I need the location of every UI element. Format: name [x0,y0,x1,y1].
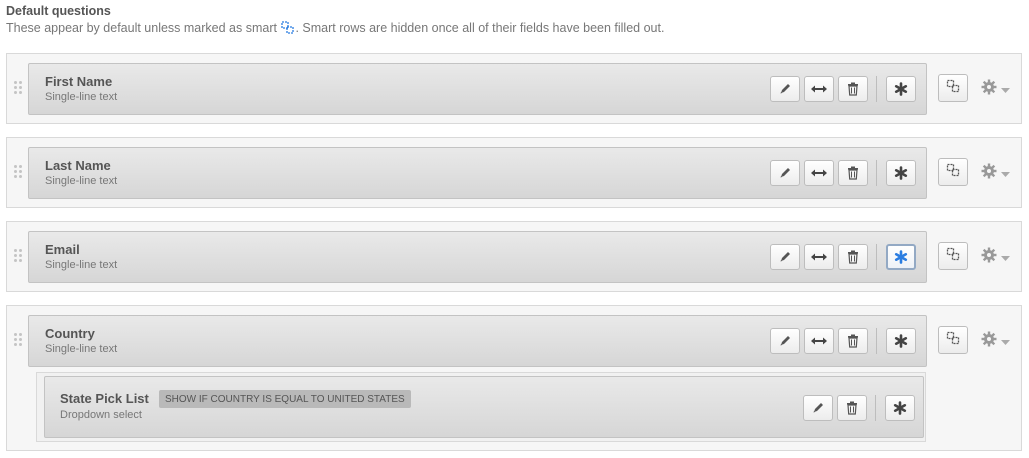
smart-link-icon [946,247,960,266]
gear-icon [981,163,997,184]
asterisk-icon [893,401,907,415]
delete-button[interactable] [838,76,868,102]
pencil-icon [778,166,792,180]
field-type: Single-line text [45,259,118,271]
drag-grip-icon[interactable] [14,165,22,183]
pencil-icon [778,82,792,96]
delete-button[interactable] [837,395,867,421]
settings-menu[interactable] [981,163,1015,184]
button-divider [876,76,877,102]
edit-button[interactable] [803,395,833,421]
settings-menu[interactable] [981,79,1015,100]
asterisk-icon [894,250,908,264]
field-name: Email [45,242,80,257]
trash-icon [847,250,859,264]
caret-down-icon [1001,164,1010,182]
child-field-type: Dropdown select [60,409,142,421]
pencil-icon [778,250,792,264]
edit-button[interactable] [770,76,800,102]
caret-down-icon [1001,248,1010,266]
caret-down-icon [1001,332,1010,350]
field-card: First Name Single-line text [28,63,927,115]
delete-button[interactable] [838,328,868,354]
double-arrow-icon [810,168,828,178]
double-arrow-icon [810,336,828,346]
field-name: Last Name [45,158,111,173]
smart-link-icon [281,21,295,37]
conditional-child-container: State Pick List SHOW IF COUNTRY IS EQUAL… [36,372,926,442]
delete-button[interactable] [838,244,868,270]
trash-icon [847,82,859,96]
width-button[interactable] [804,244,834,270]
gear-icon [981,79,997,100]
question-row: Last Name Single-line text [6,137,1022,208]
smart-toggle-button[interactable] [938,74,968,102]
required-toggle[interactable] [886,244,916,270]
asterisk-icon [894,334,908,348]
description-text-start: These appear by default unless marked as… [6,21,277,35]
field-card: Country Single-line text [28,315,927,367]
caret-down-icon [1001,80,1010,98]
trash-icon [847,166,859,180]
button-divider [876,244,877,270]
question-row: Email Single-line text [6,221,1022,292]
section-title: Default questions [6,4,111,18]
settings-menu[interactable] [981,331,1015,352]
field-card: Email Single-line text [28,231,927,283]
field-card: Last Name Single-line text [28,147,927,199]
required-toggle[interactable] [886,328,916,354]
section-description: These appear by default unless marked as… [6,21,664,37]
trash-icon [846,401,858,415]
trash-icon [847,334,859,348]
drag-grip-icon[interactable] [14,81,22,99]
gear-icon [981,331,997,352]
pencil-icon [778,334,792,348]
field-type: Single-line text [45,343,118,355]
button-divider [876,328,877,354]
drag-grip-icon[interactable] [14,333,22,351]
field-type: Single-line text [45,175,118,187]
description-text-end: . Smart rows are hidden once all of thei… [295,21,665,35]
double-arrow-icon [810,84,828,94]
button-divider [876,160,877,186]
field-type: Single-line text [45,91,118,103]
condition-badge: SHOW IF COUNTRY IS EQUAL TO UNITED STATE… [159,390,411,408]
required-toggle[interactable] [885,395,915,421]
edit-button[interactable] [770,328,800,354]
settings-menu[interactable] [981,247,1015,268]
smart-link-icon [946,163,960,182]
double-arrow-icon [810,252,828,262]
smart-toggle-button[interactable] [938,158,968,186]
edit-button[interactable] [770,160,800,186]
question-row: Country Single-line text State Pick List… [6,305,1022,451]
field-name: First Name [45,74,113,89]
asterisk-icon [894,166,908,180]
question-row: First Name Single-line text [6,53,1022,124]
pencil-icon [811,401,825,415]
drag-grip-icon[interactable] [14,249,22,267]
asterisk-icon [894,82,908,96]
smart-link-icon [946,331,960,350]
button-divider [875,395,876,421]
smart-link-icon [946,79,960,98]
edit-button[interactable] [770,244,800,270]
smart-toggle-button[interactable] [938,326,968,354]
width-button[interactable] [804,328,834,354]
required-toggle[interactable] [886,160,916,186]
conditional-field-card: State Pick List SHOW IF COUNTRY IS EQUAL… [44,376,924,438]
gear-icon [981,247,997,268]
child-field-name: State Pick List [60,391,149,406]
required-toggle[interactable] [886,76,916,102]
width-button[interactable] [804,160,834,186]
field-name: Country [45,326,95,341]
smart-toggle-button[interactable] [938,242,968,270]
width-button[interactable] [804,76,834,102]
delete-button[interactable] [838,160,868,186]
